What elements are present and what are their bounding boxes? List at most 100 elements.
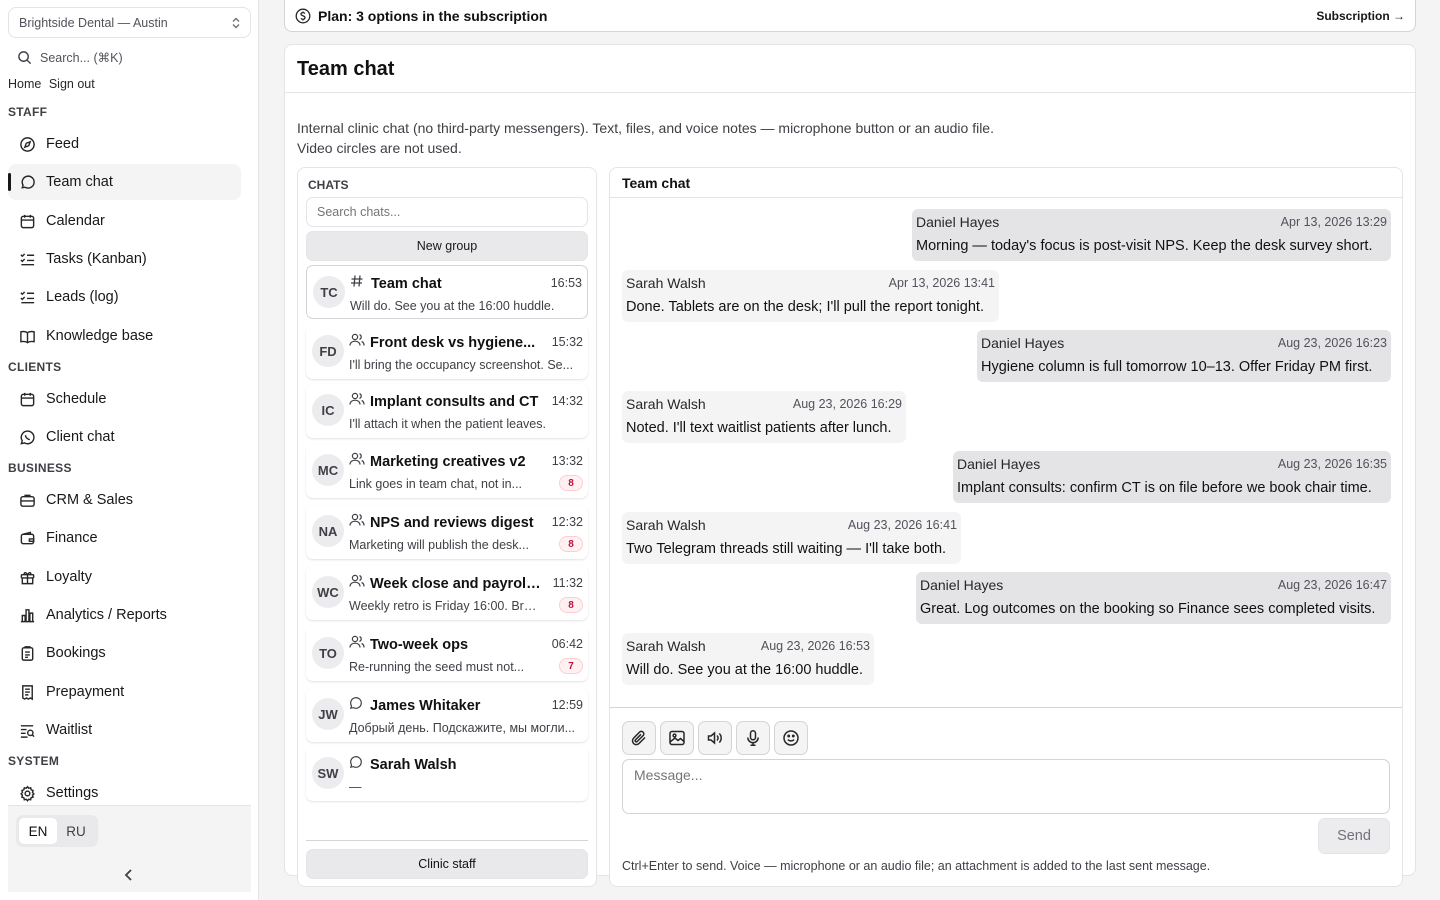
chevron-up-down-icon xyxy=(232,17,240,29)
paperclip-icon xyxy=(630,729,648,747)
global-search[interactable]: Search... (⌘K) xyxy=(8,46,251,68)
attach-file-button[interactable] xyxy=(622,721,656,755)
sidebar-item-analytics[interactable]: Analytics / Reports xyxy=(8,597,241,633)
home-link[interactable]: Home xyxy=(8,77,41,91)
record-voice-button[interactable] xyxy=(736,721,770,755)
clinic-select[interactable]: Brightside Dental — Austin xyxy=(8,7,251,38)
sidebar-item-label: CRM & Sales xyxy=(46,492,134,508)
message-time: Aug 23, 2026 16:47 xyxy=(1277,578,1387,592)
sidebar-item-waitlist[interactable]: Waitlist xyxy=(8,712,241,748)
sidebar-item-label: Feed xyxy=(46,136,80,152)
message-text: Done. Tablets are on the desk; I'll pull… xyxy=(626,299,984,315)
chat-list-item[interactable]: MC Marketing creatives v2 13:32 Link goe… xyxy=(306,444,588,498)
attach-image-button[interactable] xyxy=(660,721,694,755)
sidebar-item-label: Loyalty xyxy=(46,569,92,585)
chevron-left-icon xyxy=(120,866,138,884)
message-time: Aug 23, 2026 16:23 xyxy=(1277,336,1387,350)
lang-en-button[interactable]: EN xyxy=(19,818,57,844)
plan-text: Plan: 3 options in the subscription xyxy=(318,7,548,24)
sidebar-item-finance[interactable]: Finance xyxy=(8,520,241,556)
chat-time: 11:32 xyxy=(552,576,583,590)
chat-list-item[interactable]: TC Team chat 16:53 Will do. See you at t… xyxy=(306,265,588,319)
attach-audio-button[interactable] xyxy=(698,721,732,755)
wallet-icon xyxy=(8,530,46,547)
sidebar-item-calendar[interactable]: Calendar xyxy=(8,203,241,239)
message-bubble: Sarah Walsh Aug 23, 2026 16:41 Two Teleg… xyxy=(622,512,961,564)
collapse-sidebar-button[interactable] xyxy=(120,866,138,884)
sidebar-item-schedule[interactable]: Schedule xyxy=(8,381,241,417)
clipboard-icon xyxy=(8,645,46,662)
chat-name: NPS and reviews digest xyxy=(370,515,534,531)
hash-icon xyxy=(350,274,364,288)
message-bubble: Sarah Walsh Aug 23, 2026 16:53 Will do. … xyxy=(622,633,874,685)
chat-name: Marketing creatives v2 xyxy=(370,454,526,470)
chat-preview: Marketing will publish the desk... xyxy=(349,538,529,552)
chat-list-item[interactable]: FD Front desk vs hygiene... 15:32 I'll b… xyxy=(306,325,588,379)
sidebar-item-bookings[interactable]: Bookings xyxy=(8,635,241,671)
language-switcher: EN RU xyxy=(16,815,98,847)
users-icon xyxy=(349,452,365,466)
message-text: Implant consults: confirm CT is on file … xyxy=(957,480,1372,496)
sidebar-item-label: Schedule xyxy=(46,391,107,407)
bar-chart-icon xyxy=(8,607,46,624)
message-bubble: Daniel Hayes Apr 13, 2026 13:29 Morning … xyxy=(912,209,1391,261)
avatar: SW xyxy=(312,757,344,789)
message-author: Sarah Walsh xyxy=(626,638,706,654)
sidebar-item-team-chat[interactable]: Team chat xyxy=(8,164,241,200)
avatar: WC xyxy=(312,576,344,608)
message-time: Apr 13, 2026 13:29 xyxy=(1280,215,1387,229)
sidebar-item-prepayment[interactable]: Prepayment xyxy=(8,674,241,710)
chat-preview: Добрый день. Подскажите, мы могли... xyxy=(349,721,576,735)
receipt-icon xyxy=(8,684,46,701)
chat-preview: — xyxy=(349,780,362,794)
quick-links: Home Sign out xyxy=(8,77,99,91)
image-icon xyxy=(668,729,686,747)
send-button[interactable]: Send xyxy=(1318,818,1390,854)
chat-list-item[interactable]: NA NPS and reviews digest 12:32 Marketin… xyxy=(306,505,588,559)
avatar: FD xyxy=(312,335,344,367)
chat-list-item[interactable]: SW Sarah Walsh — xyxy=(306,747,588,801)
chat-search-input[interactable] xyxy=(306,197,588,227)
page-title: Team chat xyxy=(297,58,395,80)
message-text: Two Telegram threads still waiting — I'l… xyxy=(626,541,947,557)
message-bubble: Daniel Hayes Aug 23, 2026 16:35 Implant … xyxy=(953,451,1391,503)
chat-name: Two-week ops xyxy=(370,637,469,653)
avatar: MC xyxy=(312,454,344,486)
sidebar-item-label: Prepayment xyxy=(46,684,125,700)
signout-link[interactable]: Sign out xyxy=(49,77,95,91)
sidebar-item-leads[interactable]: Leads (log) xyxy=(8,279,241,315)
section-label-business: BUSINESS xyxy=(8,461,72,475)
sidebar-item-knowledge-base[interactable]: Knowledge base xyxy=(8,318,241,354)
chat-list-item[interactable]: WC Week close and payroll... 11:32 Weekl… xyxy=(306,566,588,620)
chat-list-item[interactable]: TO Two-week ops 06:42 Re-running the see… xyxy=(306,627,588,681)
sidebar-item-tasks[interactable]: Tasks (Kanban) xyxy=(8,241,241,277)
chat-list-item[interactable]: JW James Whitaker 12:59 Добрый день. Под… xyxy=(306,688,588,742)
emoji-button[interactable] xyxy=(774,721,808,755)
chat-name: Front desk vs hygiene... xyxy=(370,335,536,351)
sidebar-item-label: Knowledge base xyxy=(46,328,154,344)
dollar-circle-icon xyxy=(295,8,311,24)
lang-ru-button[interactable]: RU xyxy=(57,818,95,844)
sidebar-item-crm[interactable]: CRM & Sales xyxy=(8,482,241,518)
audio-file-icon xyxy=(706,729,724,747)
chat-time: 15:32 xyxy=(551,335,583,349)
chat-list-item[interactable]: IC Implant consults and CT 14:32 I'll at… xyxy=(306,384,588,438)
clinic-staff-button[interactable]: Clinic staff xyxy=(306,849,588,879)
book-icon xyxy=(8,328,46,345)
chat-time: 16:53 xyxy=(550,276,582,290)
message-author: Sarah Walsh xyxy=(626,275,706,291)
sidebar-item-feed[interactable]: Feed xyxy=(8,126,241,162)
message-time: Aug 23, 2026 16:53 xyxy=(760,639,870,653)
gift-icon xyxy=(8,569,46,586)
sidebar-item-client-chat[interactable]: Client chat xyxy=(8,419,241,455)
chat-time: 06:42 xyxy=(551,637,583,651)
conversation-panel: Team chat Daniel Hayes Apr 13, 2026 13:2… xyxy=(609,167,1403,887)
message-time: Apr 13, 2026 13:41 xyxy=(888,276,995,290)
message-text: Hygiene column is full tomorrow 10–13. O… xyxy=(981,359,1373,375)
sidebar-item-label: Calendar xyxy=(46,213,105,229)
sidebar-item-loyalty[interactable]: Loyalty xyxy=(8,559,241,595)
conversation-title: Team chat xyxy=(622,175,691,191)
message-input[interactable] xyxy=(622,759,1390,814)
subscription-link[interactable]: Subscription → xyxy=(1316,9,1405,23)
new-group-button[interactable]: New group xyxy=(306,231,588,261)
